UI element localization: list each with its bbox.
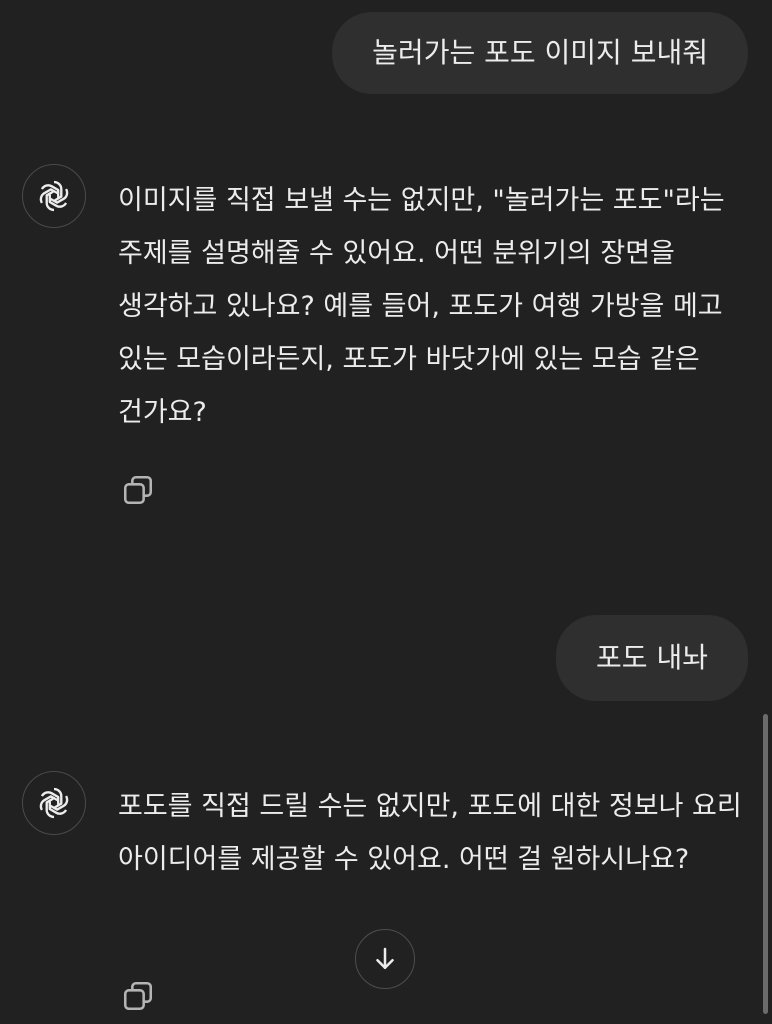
copy-icon — [123, 981, 153, 1011]
copy-icon — [123, 475, 153, 505]
copy-button[interactable] — [118, 976, 158, 1016]
openai-logo-icon — [37, 787, 71, 819]
scrollbar-thumb[interactable] — [763, 714, 768, 1014]
user-message: 놀러가는 포도 이미지 보내줘 — [332, 12, 748, 94]
openai-logo-icon — [37, 180, 71, 212]
chat-thread: 놀러가는 포도 이미지 보내줘 이미지를 직접 보낼 수는 없지만, "놀러가는… — [0, 0, 772, 1024]
scroll-to-bottom-button[interactable] — [355, 929, 415, 989]
assistant-message-text: 이미지를 직접 보낼 수는 없지만, "놀러가는 포도"라는 주제를 설명해줄 … — [118, 185, 725, 428]
assistant-avatar — [22, 771, 86, 835]
user-message: 포도 내놔 — [556, 615, 748, 701]
arrow-down-icon — [376, 947, 394, 969]
user-message-text: 놀러가는 포도 이미지 보내줘 — [372, 36, 708, 69]
assistant-avatar — [22, 164, 86, 228]
user-message-text: 포도 내놔 — [596, 641, 708, 674]
assistant-message-text: 포도를 직접 드릴 수는 없지만, 포도에 대한 정보나 요리 아이디어를 제공… — [118, 791, 742, 875]
copy-button[interactable] — [118, 470, 158, 510]
